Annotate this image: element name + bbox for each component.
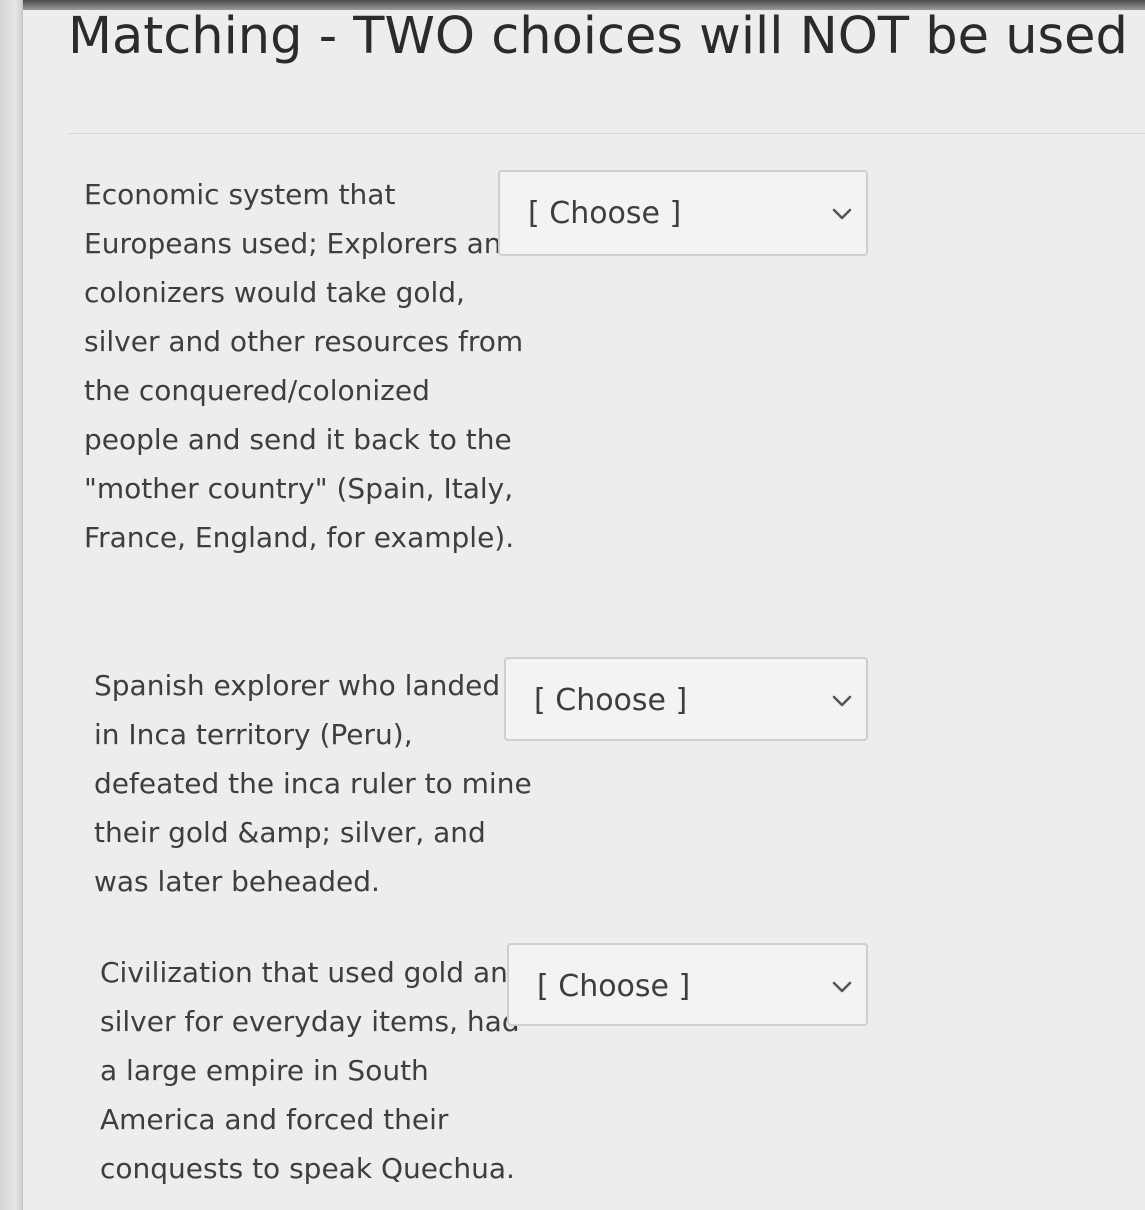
question-1-prompt: Economic system that Europeans used; Exp… xyxy=(84,178,524,554)
question-3-prompt: Civilization that used gold and silver f… xyxy=(100,956,526,1185)
chevron-down-icon xyxy=(832,695,852,707)
question-2-answer-select[interactable]: [ Choose ] xyxy=(504,657,868,741)
chevron-down-icon xyxy=(832,981,852,993)
question-title: Matching - TWO choices will NOT be used xyxy=(68,7,1128,66)
chevron-down-icon xyxy=(832,208,852,220)
question-3-answer-select[interactable]: [ Choose ] xyxy=(507,943,868,1026)
question-2-prompt: Spanish explorer who landed in Inca terr… xyxy=(94,669,532,898)
question-1-answer-select[interactable]: [ Choose ] xyxy=(498,170,868,256)
title-divider xyxy=(68,133,1145,134)
select-value: [ Choose ] xyxy=(528,196,682,231)
select-value: [ Choose ] xyxy=(534,683,688,718)
page-left-border xyxy=(0,0,23,1210)
select-value: [ Choose ] xyxy=(537,969,691,1004)
